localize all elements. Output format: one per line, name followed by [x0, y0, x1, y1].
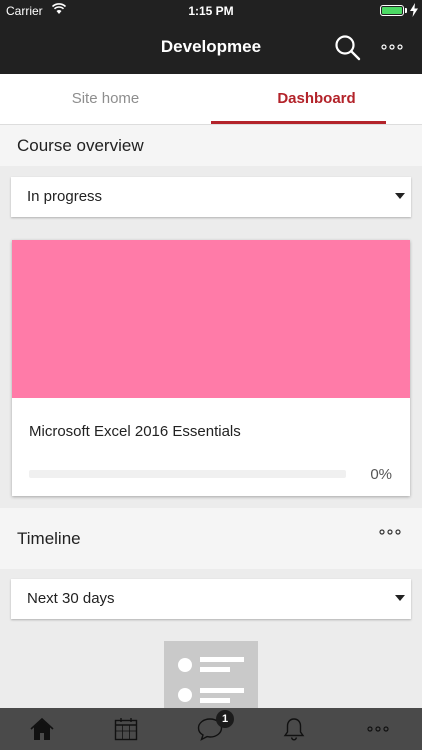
timeline-filter-value: Next 30 days: [27, 590, 115, 607]
timeline-title: Timeline: [17, 529, 81, 548]
bottom-nav: 1: [0, 708, 422, 750]
tab-bar: Site home Dashboard: [0, 74, 422, 125]
timeline-more-button[interactable]: [378, 522, 402, 542]
nav-messages-button[interactable]: 1: [168, 708, 252, 750]
nav-notifications-button[interactable]: [252, 708, 336, 750]
status-bar: Carrier 1:15 PM: [0, 0, 422, 22]
tab-dashboard-label: Dashboard: [277, 90, 356, 107]
course-overview-header: Course overview: [0, 125, 422, 166]
caret-down-icon: [395, 193, 405, 199]
home-icon: [30, 717, 54, 740]
notifications-icon: [283, 718, 305, 741]
course-filter-select[interactable]: In progress: [11, 177, 411, 217]
caret-down-icon: [395, 595, 405, 601]
battery-tip: [405, 8, 407, 13]
course-progress-label: 0%: [370, 466, 392, 483]
status-time: 1:15 PM: [188, 4, 234, 18]
calendar-icon: [114, 718, 138, 741]
course-image: [12, 240, 410, 398]
more-icon: [381, 44, 403, 50]
tab-site-home[interactable]: Site home: [0, 74, 211, 124]
battery-icon: [380, 5, 404, 16]
nav-calendar-button[interactable]: [84, 708, 168, 750]
course-progress-bar: [29, 470, 346, 478]
app-header: Carrier 1:15 PM Developmee: [0, 0, 422, 74]
nav-home-button[interactable]: [0, 708, 84, 750]
messages-badge: 1: [216, 710, 234, 728]
timeline-filter-select[interactable]: Next 30 days: [11, 579, 411, 619]
course-card[interactable]: Microsoft Excel 2016 Essentials 0%: [12, 240, 410, 496]
charging-icon: [410, 3, 418, 17]
nav-more-button[interactable]: [336, 708, 420, 750]
more-icon: [367, 726, 389, 732]
empty-timeline-icon: [164, 641, 258, 708]
search-icon: [335, 35, 361, 61]
course-name: Microsoft Excel 2016 Essentials: [29, 423, 241, 440]
timeline-header: Timeline: [0, 508, 422, 569]
more-icon: [379, 529, 401, 535]
search-button[interactable]: [334, 34, 362, 62]
header-more-button[interactable]: [378, 37, 406, 57]
tab-dashboard[interactable]: Dashboard: [211, 74, 422, 124]
course-overview-title: Course overview: [17, 136, 144, 155]
active-tab-indicator: [211, 121, 386, 124]
course-filter-value: In progress: [27, 188, 103, 205]
